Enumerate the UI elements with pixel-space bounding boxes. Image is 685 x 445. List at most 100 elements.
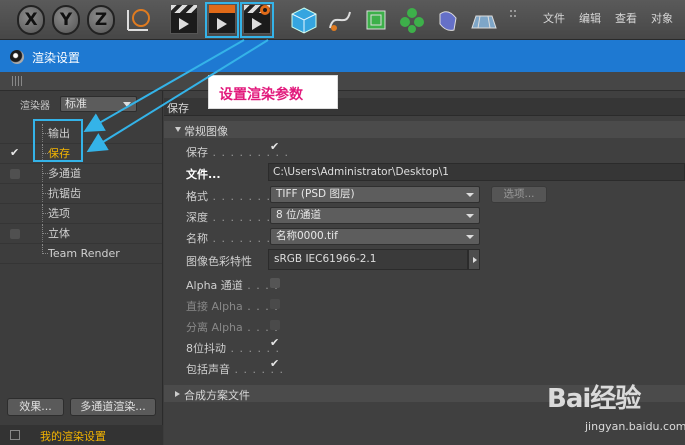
subdivision-surface-icon[interactable] — [362, 6, 390, 34]
cinema4d-logo-icon — [10, 50, 24, 64]
name-select[interactable]: 名称0000.tif — [270, 228, 480, 245]
row-label: 分离 Alpha . . . . — [186, 319, 279, 335]
dither-checkbox[interactable] — [270, 336, 280, 351]
tree-item-multipass[interactable]: 多通道 — [0, 164, 162, 184]
depth-select-value: 8 位/通道 — [276, 209, 322, 221]
row-label: 8位抖动 . . . . . . — [186, 340, 280, 356]
file-label[interactable]: 文件... — [186, 166, 221, 182]
menu-object[interactable]: 对象 — [651, 10, 673, 26]
name-label: 名称 — [186, 232, 208, 245]
row-separate-alpha: 分离 Alpha . . . . — [164, 315, 685, 336]
expand-triangle-icon — [175, 127, 181, 132]
chevron-right-icon[interactable] — [468, 249, 480, 270]
toolbar-grip-icon — [508, 6, 520, 34]
tree-item-stereoscopic[interactable]: 立体 — [0, 224, 162, 244]
renderer-label: 渲染器 — [20, 101, 50, 112]
tree-item-label: 多通道 — [48, 167, 81, 180]
spline-pen-icon[interactable] — [326, 6, 354, 34]
z-axis-button[interactable]: Z — [87, 5, 115, 35]
baidu-jingyan-watermark: Bai经验 jingyan.baidu.com — [545, 372, 685, 442]
straight-alpha-label: 直接 Alpha — [186, 300, 243, 313]
main-toolbar: X Y Z 文件 编辑 查看 对象 — [0, 0, 685, 40]
format-select[interactable]: TIFF (PSD 图层) — [270, 186, 480, 203]
watermark-url: jingyan.baidu.com — [585, 420, 685, 433]
color-profile-field[interactable]: sRGB IEC61966-2.1 — [268, 249, 468, 270]
watermark-logo: Bai经验 — [547, 384, 641, 414]
panel-header-title: 保存 — [167, 102, 189, 115]
section-regular-image[interactable]: 常规图像 — [164, 121, 685, 138]
separate-alpha-label: 分离 Alpha — [186, 321, 243, 334]
format-select-value: TIFF (PSD 图层) — [276, 188, 355, 200]
menu-file[interactable]: 文件 — [543, 10, 565, 26]
collapsed-triangle-icon — [175, 391, 180, 397]
x-axis-button[interactable]: X — [17, 5, 45, 35]
render-view-icon[interactable] — [170, 4, 198, 34]
panel-grip-bar — [0, 72, 685, 91]
grip-icon[interactable] — [12, 76, 22, 86]
chevron-down-icon — [466, 235, 474, 239]
chevron-down-icon — [123, 102, 131, 107]
alpha-channel-label: Alpha 通道 — [186, 279, 243, 292]
coordinate-system-icon[interactable] — [124, 6, 152, 34]
window-title-bar[interactable]: 渲染设置 — [0, 40, 685, 72]
depth-select[interactable]: 8 位/通道 — [270, 207, 480, 224]
alpha-channel-checkbox[interactable] — [270, 278, 280, 288]
color-profile-label: 图像色彩特性 — [186, 255, 252, 268]
section-label: 合成方案文件 — [184, 389, 250, 402]
name-select-value: 名称0000.tif — [276, 230, 338, 242]
my-render-settings-label: 我的渲染设置 — [40, 430, 106, 443]
tree-highlight-box — [33, 119, 83, 162]
y-axis-button[interactable]: Y — [52, 5, 80, 35]
straight-alpha-checkbox[interactable] — [270, 299, 280, 309]
menu-edit[interactable]: 编辑 — [579, 10, 601, 26]
tree-item-save-checkbox[interactable] — [10, 143, 20, 163]
dither-label: 8位抖动 — [186, 342, 226, 355]
format-label: 格式 — [186, 190, 208, 203]
chevron-down-icon — [466, 214, 474, 218]
save-label: 保存 — [186, 146, 208, 159]
save-checkbox[interactable] — [270, 140, 280, 155]
tree-item-options[interactable]: 选项 — [0, 204, 162, 224]
tree-item-label: 立体 — [48, 227, 70, 240]
row-label: 直接 Alpha . . . . — [186, 298, 279, 314]
annotation-text: 设置渲染参数 — [219, 87, 303, 103]
floor-grid-icon[interactable] — [470, 6, 498, 34]
menu-view[interactable]: 查看 — [615, 10, 637, 26]
tree-item-team-render[interactable]: Team Render — [0, 244, 162, 264]
row-label: Alpha 通道 . . . . — [186, 277, 279, 293]
row-alpha-channel: Alpha 通道 . . . . — [164, 273, 685, 294]
tree-item-label: 选项 — [48, 207, 70, 220]
section-label: 常规图像 — [184, 125, 228, 138]
tree-item-stereoscopic-checkbox[interactable] — [10, 229, 20, 239]
annotation-callout: 设置渲染参数 — [208, 75, 338, 109]
row-depth: 深度 . . . . . . . . . 8 位/通道 — [164, 205, 685, 226]
depth-label: 深度 — [186, 211, 208, 224]
effects-button[interactable]: 效果... — [7, 398, 64, 416]
multipass-render-button[interactable]: 多通道渲染... — [70, 398, 156, 416]
options-button[interactable]: 选项... — [491, 186, 547, 203]
renderer-select[interactable]: 标准 — [60, 96, 137, 112]
row-file: 文件... C:\Users\Administrator\Desktop\1 — [164, 162, 685, 183]
tree-item-label: 抗锯齿 — [48, 187, 81, 200]
row-dither: 8位抖动 . . . . . . — [164, 336, 685, 357]
tree-item-multipass-checkbox[interactable] — [10, 169, 20, 179]
renderer-select-value: 标准 — [65, 97, 87, 110]
row-name: 名称 . . . . . . . . . 名称0000.tif — [164, 226, 685, 247]
include-sound-checkbox[interactable] — [270, 357, 280, 372]
include-sound-label: 包括声音 — [186, 363, 230, 376]
tree-item-label: Team Render — [48, 247, 120, 260]
deformer-icon[interactable] — [434, 6, 462, 34]
window-title: 渲染设置 — [32, 51, 81, 65]
cube-icon[interactable] — [290, 6, 318, 34]
chevron-down-icon — [466, 193, 474, 197]
file-path-field[interactable]: C:\Users\Administrator\Desktop\1 — [268, 163, 685, 181]
picture-viewer-highlight — [205, 2, 239, 38]
row-save: 保存 . . . . . . . . . — [164, 140, 685, 161]
my-render-settings-item[interactable]: 我的渲染设置 — [0, 425, 163, 445]
row-straight-alpha: 直接 Alpha . . . . — [164, 294, 685, 315]
row-color-profile: 图像色彩特性 sRGB IEC61966-2.1 — [164, 249, 685, 270]
render-settings-entry-icon — [10, 430, 20, 440]
cloner-icon[interactable] — [398, 6, 426, 34]
separate-alpha-checkbox[interactable] — [270, 320, 280, 330]
tree-item-antialiasing[interactable]: 抗锯齿 — [0, 184, 162, 204]
